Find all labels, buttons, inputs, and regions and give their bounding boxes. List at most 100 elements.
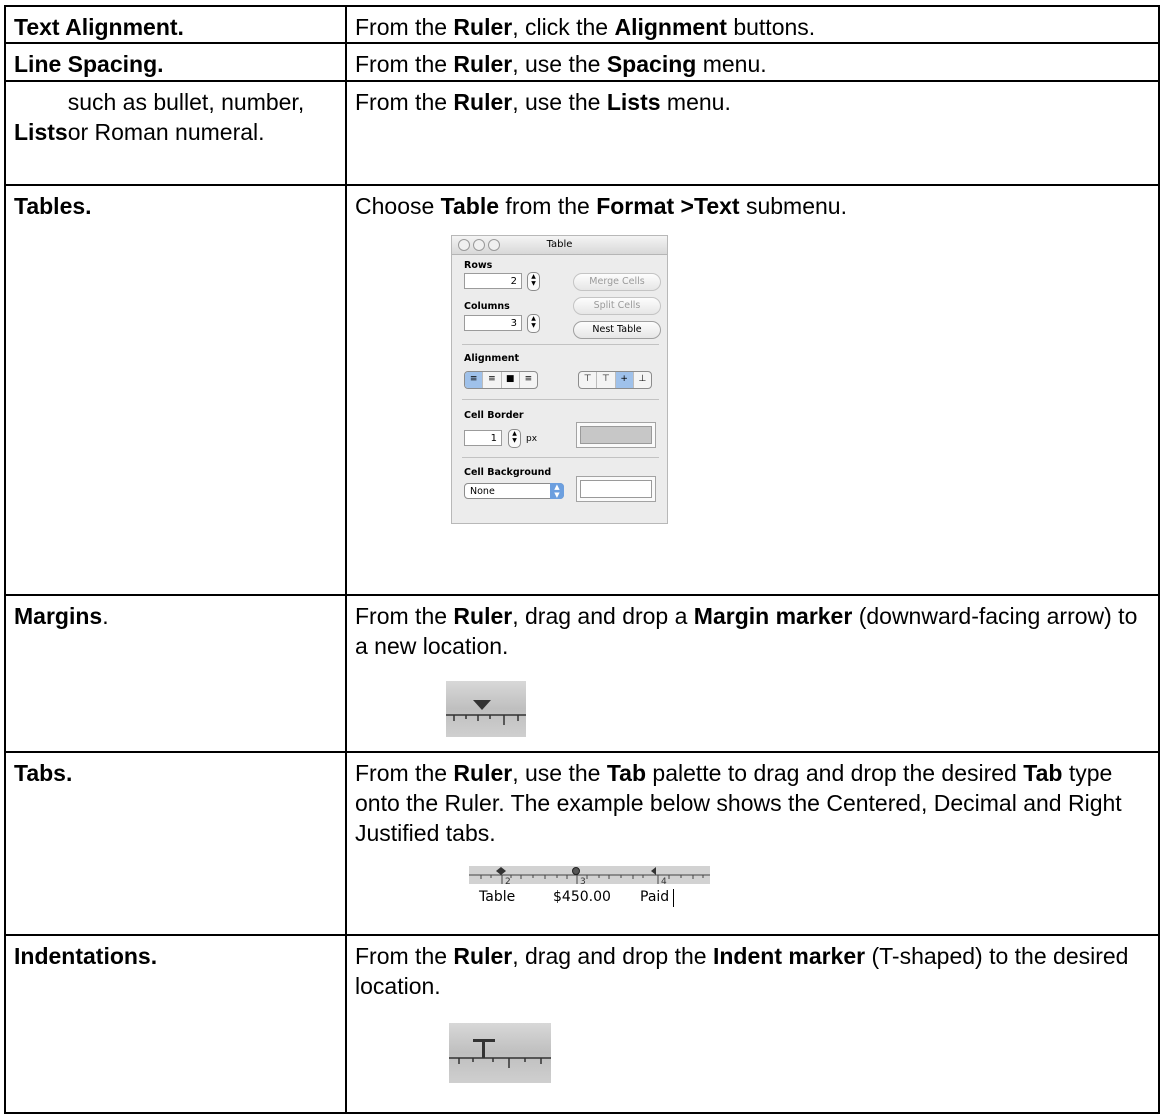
tab-ruler-bar: 2 3 4: [469, 866, 710, 884]
description-run: , drag and drop a: [512, 603, 694, 629]
divider: [462, 399, 659, 400]
description-run: From the: [355, 760, 454, 786]
align-middle-icon[interactable]: +: [615, 372, 634, 388]
feature-description-cell: From the Ruler, click the Alignment butt…: [345, 5, 1160, 44]
border-color-well[interactable]: [576, 422, 656, 448]
merge-cells-button[interactable]: Merge Cells: [573, 273, 661, 291]
feature-name: Indentations.: [14, 943, 158, 969]
description-run: menu.: [696, 51, 767, 77]
feature-name-rest: such as bullet, number, or Roman numeral…: [67, 89, 305, 145]
align-right-icon[interactable]: ≡: [520, 372, 537, 388]
description-run: , click the: [512, 14, 615, 40]
tabs-ruler-image: 2 3 4 Table $450.00 Paid: [469, 866, 710, 914]
description-emphasis: Table: [440, 193, 500, 219]
description-emphasis: Indent marker: [712, 943, 866, 969]
description-emphasis: Alignment: [614, 14, 727, 40]
feature-label-cell: Margins.: [4, 594, 347, 753]
description-run: , drag and drop the: [512, 943, 713, 969]
chevron-updown-icon: ▲ ▼: [550, 483, 564, 499]
description-run: From the: [355, 51, 454, 77]
rows-stepper[interactable]: ▲ ▼: [527, 272, 540, 291]
description-emphasis: Ruler: [453, 603, 513, 629]
divider: [462, 344, 659, 345]
background-popup[interactable]: None ▲ ▼: [464, 483, 564, 499]
ruler-number: 2: [505, 877, 511, 884]
description-text: From the Ruler, use the Tab palette to d…: [355, 758, 1151, 848]
nest-table-button[interactable]: Nest Table: [573, 321, 661, 339]
table-palette-screenshot: Table Rows 2 ▲ ▼ Merge Cells Columns Spli…: [451, 235, 668, 524]
columns-label: Columns: [464, 301, 510, 312]
horizontal-alignment-control[interactable]: ≡ ≡ ■ ≡: [464, 371, 538, 389]
rows-field[interactable]: 2: [464, 273, 522, 289]
feature-label-cell: Text Alignment.: [4, 5, 347, 44]
feature-description-cell: From the Ruler, use the Tab palette to d…: [345, 751, 1160, 936]
description-text: Choose Table from the Format >Text subme…: [355, 191, 1151, 221]
table-row: Tables. Choose Table from the Format >Te…: [4, 184, 1160, 596]
vertical-alignment-control[interactable]: ⊤ ⊤ + ⊥: [578, 371, 652, 389]
cell-border-label: Cell Border: [464, 410, 524, 421]
background-option: None: [470, 486, 495, 497]
align-top-alt-icon[interactable]: ⊤: [597, 372, 616, 388]
divider: [462, 457, 659, 458]
description-text: From the Ruler, drag and drop a Margin m…: [355, 601, 1151, 661]
rows-label: Rows: [464, 260, 493, 271]
description-emphasis: Ruler: [453, 943, 513, 969]
description-emphasis: Spacing: [606, 51, 697, 77]
tab-value-status: Paid: [640, 889, 670, 905]
columns-stepper[interactable]: ▲ ▼: [527, 314, 540, 333]
description-run: From the: [355, 603, 454, 629]
feature-description-cell: From the Ruler, drag and drop a Margin m…: [345, 594, 1160, 753]
table-row: Indentations. From the Ruler, drag and d…: [4, 934, 1160, 1114]
border-width-stepper[interactable]: ▲ ▼: [508, 429, 521, 448]
feature-description-cell: From the Ruler, drag and drop the Indent…: [345, 934, 1160, 1114]
description-run: submenu.: [739, 193, 847, 219]
split-cells-button[interactable]: Split Cells: [573, 297, 661, 315]
indent-marker-ruler-image: [449, 1023, 551, 1083]
description-run: from the: [499, 193, 597, 219]
description-run: menu.: [660, 89, 731, 115]
table-row: Text Alignment. From the Ruler, click th…: [4, 5, 1160, 44]
feature-name: Lists: [14, 119, 68, 145]
feature-description-cell: From the Ruler, use the Lists menu.: [345, 80, 1160, 186]
feature-description-cell: Choose Table from the Format >Text subme…: [345, 184, 1160, 596]
description-run: From the: [355, 14, 454, 40]
align-bottom-icon[interactable]: ⊥: [634, 372, 651, 388]
description-run: From the: [355, 89, 454, 115]
description-emphasis: Ruler: [453, 760, 513, 786]
tab-example-values: Table $450.00 Paid: [469, 884, 710, 914]
description-emphasis: Format >Text: [596, 193, 740, 219]
columns-field[interactable]: 3: [464, 315, 522, 331]
feature-label-cell: Indentations.: [4, 934, 347, 1114]
margin-marker-ruler-image: [446, 681, 526, 737]
feature-name: Line Spacing.: [14, 51, 164, 77]
description-run: palette to drag and drop the desired: [646, 760, 1024, 786]
align-top-icon[interactable]: ⊤: [579, 372, 598, 388]
tab-value-amount: $450.00: [553, 889, 611, 905]
tab-value-item: Table: [479, 889, 516, 905]
align-justify-icon[interactable]: ■: [502, 372, 520, 388]
cell-background-label: Cell Background: [464, 467, 552, 478]
description-emphasis: Ruler: [453, 89, 513, 115]
table-row: Line Spacing. From the Ruler, use the Sp…: [4, 42, 1160, 82]
feature-name: Tabs.: [14, 760, 73, 786]
text-cursor: [673, 889, 674, 907]
description-emphasis: Lists: [606, 89, 661, 115]
feature-label-cell: Line Spacing.: [4, 42, 347, 82]
table-row: Tabs. From the Ruler, use the Tab palett…: [4, 751, 1160, 936]
description-emphasis: Tab: [1023, 760, 1063, 786]
feature-label-cell: Tables.: [4, 184, 347, 596]
table-row: Lists such as bullet, number, or Roman n…: [4, 80, 1160, 186]
description-run: From the: [355, 943, 454, 969]
description-run: , use the: [512, 760, 607, 786]
background-color-well[interactable]: [576, 476, 656, 502]
description-emphasis: Ruler: [453, 51, 513, 77]
description-emphasis: Margin marker: [693, 603, 853, 629]
description-run: , use the: [512, 89, 607, 115]
align-center-icon[interactable]: ≡: [483, 372, 502, 388]
feature-name-rest: .: [102, 603, 109, 629]
table-row: Margins. From the Ruler, drag and drop a…: [4, 594, 1160, 753]
feature-label-cell: Tabs.: [4, 751, 347, 936]
palette-title: Table: [546, 239, 573, 250]
border-width-field[interactable]: 1: [464, 430, 502, 446]
align-left-icon[interactable]: ≡: [465, 372, 484, 388]
